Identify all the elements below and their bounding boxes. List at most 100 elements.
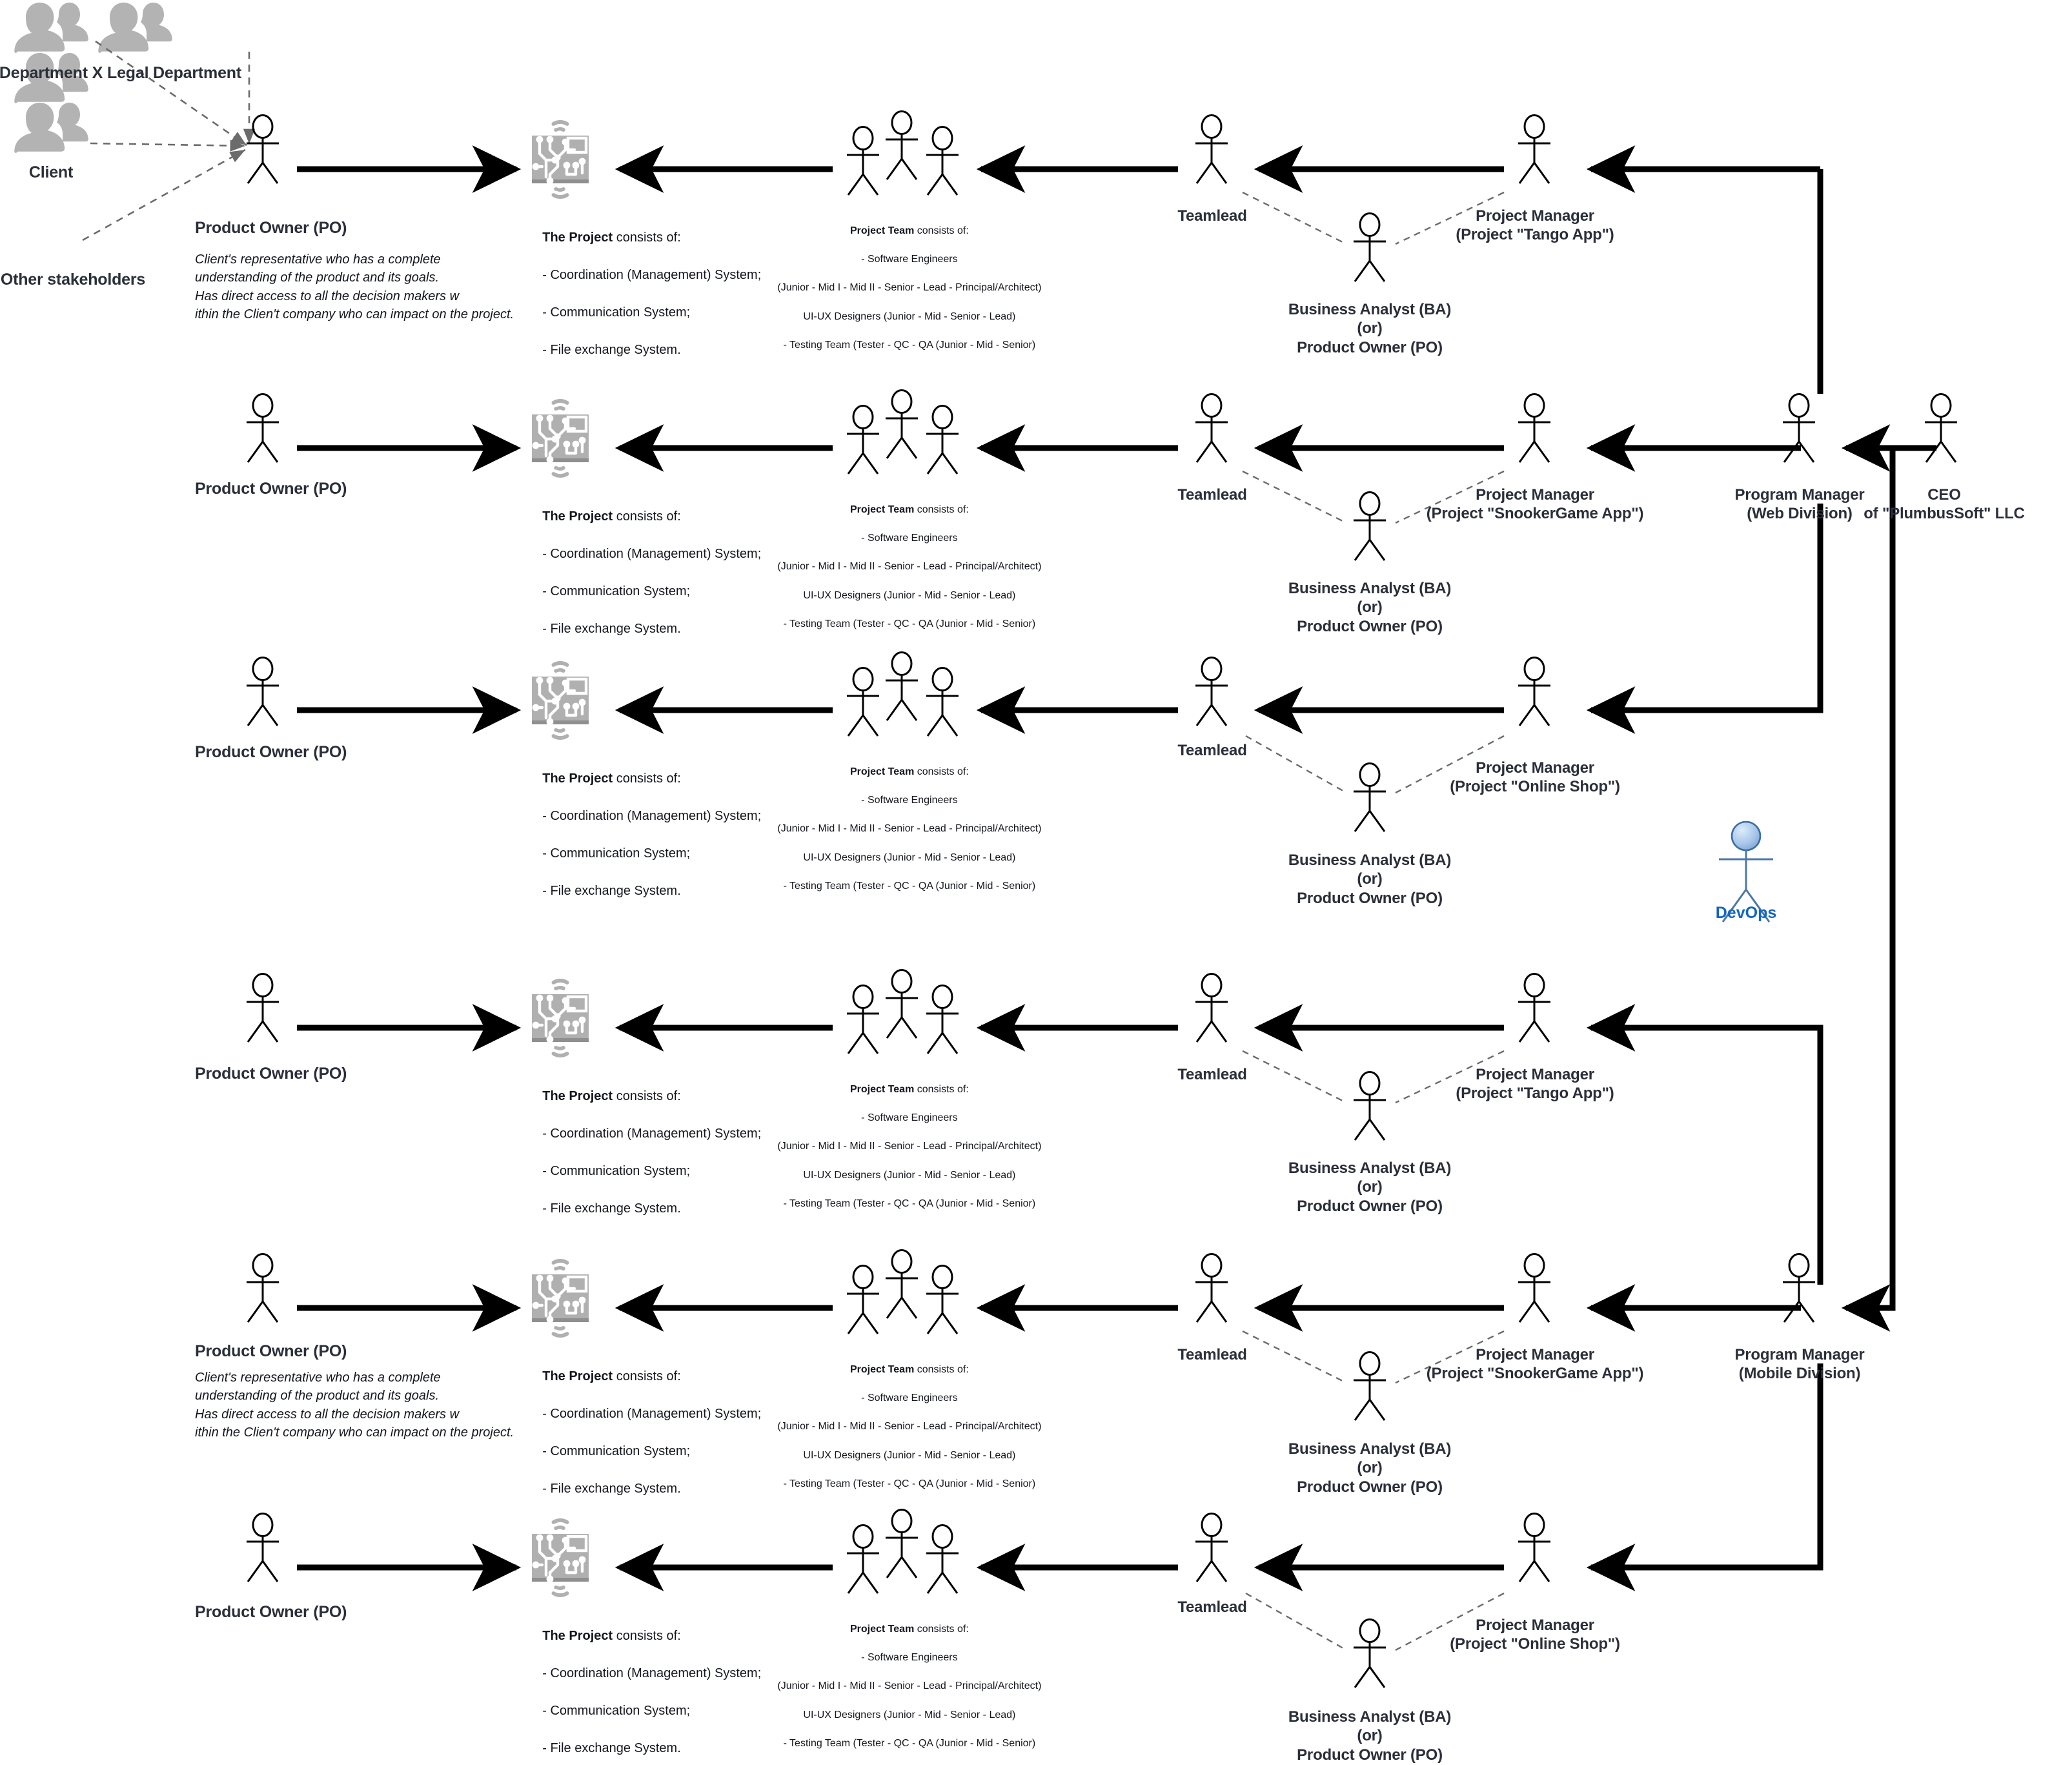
actor-team-member-center [884,1509,919,1579]
stakeholder-label-client: Client [28,163,74,181]
row-2-product-owner-label: Product Owner (PO) [195,480,347,498]
actor-team-member-right [925,1524,960,1595]
row-1-project-manager-label: Project Manager (Project "Tango App") [1456,207,1614,244]
actor-team-member-left [846,667,880,737]
actor-team-member-center [884,1249,919,1320]
row-1-teamlead-label: Teamlead [1177,207,1247,225]
row-6-project-description: The Project consists of: - Coordination … [542,1629,762,1755]
row-4-project-team-description: Project Team consists of: - Software Eng… [777,1084,1042,1209]
actor-team-member-right [925,985,960,1055]
project-icon [532,979,589,1057]
actor-team-member-left [846,1265,880,1335]
actor-team-member-left [846,126,880,196]
actor-teamlead [1194,657,1229,727]
row-4-project-description: The Project consists of: - Coordination … [542,1089,762,1216]
project-icon [532,399,589,478]
project-item: - File exchange System. [542,343,681,357]
row-5-project-team-description: Project Team consists of: - Software Eng… [777,1364,1042,1489]
actor-team-member-right [925,126,960,196]
row-6-teamlead-label: Teamlead [1177,1598,1247,1616]
diagram-canvas: Department X Legal Department Client Oth… [0,0,2072,1765]
row-5-product-owner-description: Client's representative who has a comple… [195,1371,514,1440]
program-manager-mobile-label: Program Manager (Mobile Division) [1734,1346,1865,1383]
row-2-project-manager-label: Project Manager (Project "SnookerGame Ap… [1426,486,1644,523]
actor-business-analyst [1352,212,1387,283]
actor-program-manager-mobile [1782,1253,1816,1323]
actor-team-member-right [925,667,960,737]
row-3-product-owner-label: Product Owner (PO) [195,743,347,761]
actor-teamlead [1194,1513,1229,1583]
actor-project-manager [1517,973,1552,1043]
actor-program-manager-web [1782,393,1816,464]
ceo-label: CEO of "PlumbusSoft" LLC [1864,486,2025,523]
row-4-project-manager-label: Project Manager (Project "Tango App") [1456,1066,1614,1103]
actor-teamlead [1194,973,1229,1043]
row-2-business-analyst-label: Business Analyst (BA) (or) Product Owner… [1288,580,1452,635]
row-2-project-description: The Project consists of: - Coordination … [542,509,762,636]
row-6-product-owner-label: Product Owner (PO) [195,1603,347,1621]
row-5-project-manager-label: Project Manager (Project "SnookerGame Ap… [1426,1346,1644,1383]
actor-business-analyst [1352,1618,1387,1689]
row-4-product-owner-label: Product Owner (PO) [195,1065,347,1083]
actor-project-manager [1517,114,1552,185]
actor-project-manager [1517,1253,1552,1323]
row-2-graphics [245,389,1958,1272]
stakeholder-icon-other-stakeholders [14,103,88,153]
actor-team-member-center [884,651,919,722]
actor-teamlead [1194,1253,1229,1323]
actor-product-owner [245,657,280,727]
stakeholder-label-legal-department: Legal Department [107,64,241,82]
actor-product-owner [245,973,280,1043]
row-3-business-analyst-label: Business Analyst (BA) (or) Product Owner… [1288,852,1452,907]
row-2-project-team-description: Project Team consists of: - Software Eng… [777,504,1042,629]
stakeholder-icon-legal-department [98,3,172,53]
row-6-project-manager-label: Project Manager (Project "Online Shop") [1450,1617,1620,1653]
row-1-product-owner-label: Product Owner (PO) [195,219,347,237]
actor-project-manager [1517,657,1552,727]
row-1-project-team-description: Project Team consists of: - Software Eng… [777,225,1042,351]
actor-team-member-center [884,110,919,181]
actor-team-member-center [884,389,919,460]
actor-teamlead [1194,393,1229,464]
actor-project-manager [1517,393,1552,464]
row-5-teamlead-label: Teamlead [1177,1346,1247,1363]
row-5-project-description: The Project consists of: - Coordination … [542,1369,762,1496]
actor-team-member-right [925,1265,960,1335]
actor-product-owner [245,1253,280,1323]
program-manager-web-label: Program Manager (Web Division) [1734,486,1865,523]
row-1-business-analyst-label: Business Analyst (BA) (or) Product Owner… [1288,301,1452,356]
actor-teamlead [1194,114,1229,185]
actor-product-owner [245,393,280,464]
actor-team-member-left [846,985,880,1055]
team-heading: Project Team consists of: [849,225,969,237]
row-4-teamlead-label: Teamlead [1177,1066,1247,1083]
project-item: - Communication System; [542,305,691,320]
actor-business-analyst [1352,491,1387,562]
actor-ceo [1924,393,1958,464]
row-2-teamlead-label: Teamlead [1177,486,1247,504]
actor-project-manager [1517,1513,1552,1583]
row-1-product-owner-description: Client's representative who has a comple… [195,252,514,322]
row-3-project-team-description: Project Team consists of: - Software Eng… [777,766,1042,892]
row-5-product-owner-label: Product Owner (PO) [195,1342,347,1360]
row-6-business-analyst-label: Business Analyst (BA) (or) Product Owner… [1288,1708,1452,1764]
project-heading: The Project consists of: [542,230,681,245]
actor-team-member-left [846,405,880,475]
project-icon [532,1518,589,1597]
project-icon [532,120,589,199]
stakeholder-label-department-x: Department X [0,64,103,82]
row-4-business-analyst-label: Business Analyst (BA) (or) Product Owner… [1288,1159,1452,1215]
actor-business-analyst [1352,1351,1387,1422]
actor-product-owner [245,114,280,185]
actor-team-member-right [925,405,960,475]
actor-business-analyst [1352,1071,1387,1141]
project-item: - Coordination (Management) System; [542,268,762,282]
devops-label: DevOps [1715,904,1777,922]
project-icon [532,1259,589,1338]
stakeholder-icon-department-x [14,3,88,53]
row-1-project-description: The Project consists of: - Coordination … [528,210,761,378]
stakeholder-label-other-stakeholders: Other stakeholders [0,270,146,289]
row-3-project-manager-label: Project Manager (Project "Online Shop") [1450,759,1620,796]
row-6-project-team-description: Project Team consists of: - Software Eng… [777,1624,1042,1749]
project-icon [532,661,589,740]
